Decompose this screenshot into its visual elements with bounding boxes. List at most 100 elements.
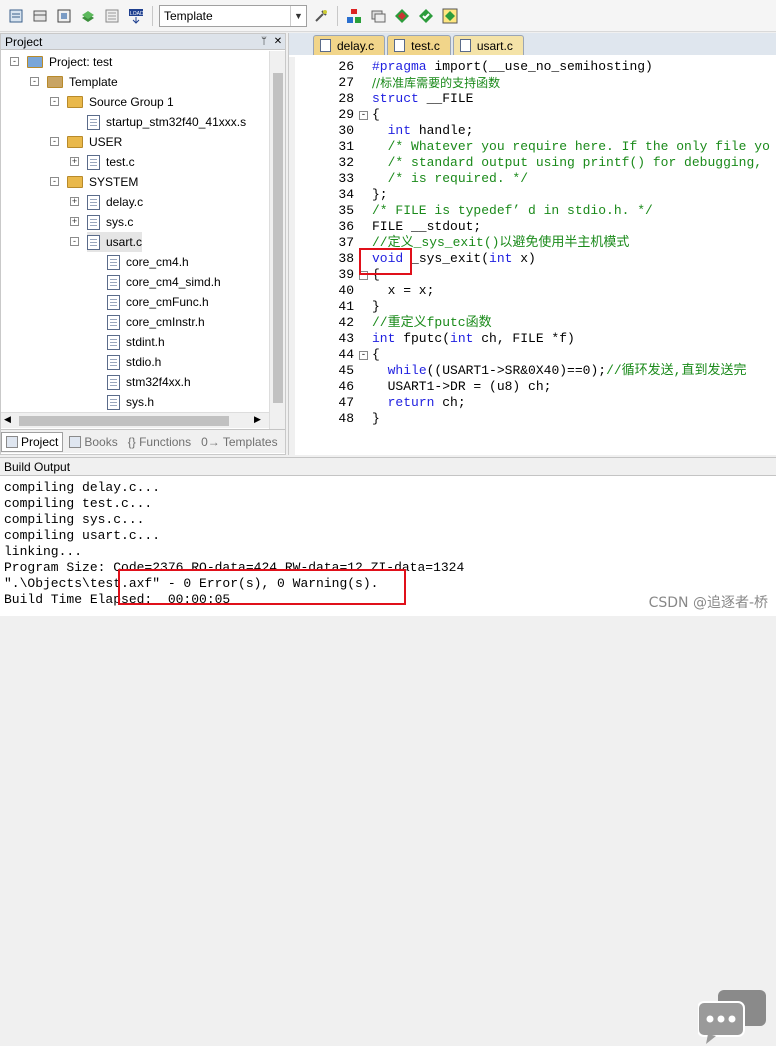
scroll-left-icon[interactable]: ◀ (4, 414, 11, 425)
tree-item[interactable]: stdio.h (107, 352, 161, 372)
panel-tab[interactable]: {} Functions (124, 432, 195, 452)
scrollbar-thumb[interactable] (19, 416, 229, 426)
build-output-panel: Build Output compiling delay.c... compili… (0, 457, 776, 1044)
load-icon[interactable]: LOAD (126, 6, 146, 26)
file-icon (107, 294, 120, 310)
tree-item[interactable]: Template (47, 72, 118, 92)
components-icon[interactable] (392, 6, 412, 26)
tree-item[interactable]: startup_stm32f40_41xxx.s (87, 112, 246, 132)
code-line[interactable]: }; (372, 187, 388, 203)
code-line[interactable]: USART1->DR = (u8) ch; (372, 379, 552, 395)
tree-item[interactable]: test.c (87, 152, 135, 172)
tree-vertical-scrollbar[interactable] (269, 51, 285, 429)
file-icon (87, 114, 100, 130)
tree-item-label: startup_stm32f40_41xxx.s (106, 115, 247, 129)
fold-icon[interactable]: - (359, 351, 368, 360)
code-line[interactable]: int handle; (372, 123, 474, 139)
fold-icon[interactable]: - (359, 111, 368, 120)
collapse-icon[interactable]: - (30, 77, 39, 86)
run-icon[interactable] (344, 6, 364, 26)
line-number: 32 (338, 155, 354, 170)
code-line[interactable]: #pragma import(__use_no_semihosting) (372, 59, 653, 75)
tree-item[interactable]: core_cmFunc.h (107, 292, 209, 312)
project-panel-header: Project ᛘ ✕ (1, 34, 285, 50)
chevron-down-icon[interactable]: ▼ (290, 5, 306, 26)
tree-item[interactable]: USER (67, 132, 122, 152)
file-icon (87, 214, 100, 230)
code-line[interactable]: int fputc(int ch, FILE *f) (372, 331, 575, 347)
collapse-icon[interactable]: - (70, 237, 79, 246)
build-icon[interactable] (54, 6, 74, 26)
tree-item[interactable]: Project: test (27, 52, 112, 72)
pin-icon[interactable]: ᛘ (257, 36, 271, 47)
code-line[interactable]: /* Whatever you require here. If the onl… (372, 139, 770, 155)
settings-icon[interactable] (6, 6, 26, 26)
tree-item[interactable]: sys.h (107, 392, 154, 412)
collapse-icon[interactable]: - (50, 177, 59, 186)
panel-tab[interactable]: Books (65, 432, 121, 452)
tree-item[interactable]: SYSTEM (67, 172, 138, 192)
tree-item-label: delay.c (106, 195, 144, 209)
tree-item[interactable]: usart.c (87, 232, 143, 252)
pack-icon[interactable] (30, 6, 50, 26)
batch-icon[interactable] (416, 6, 436, 26)
tab-icon (69, 435, 82, 448)
file-icon (87, 234, 100, 250)
code-line[interactable]: { (372, 347, 380, 363)
tree-item[interactable]: Source Group 1 (67, 92, 174, 112)
close-icon[interactable]: ✕ (271, 36, 285, 47)
editor-tab[interactable]: delay.c (313, 35, 386, 55)
code-line[interactable]: FILE __stdout; (372, 219, 481, 235)
tree-item[interactable]: stm32f4xx.h (107, 372, 191, 392)
tree-item[interactable]: sys.c (87, 212, 133, 232)
code-line[interactable]: /* is required. */ (372, 171, 528, 187)
build-output-line: compiling delay.c... (4, 480, 161, 495)
tree-item[interactable]: core_cm4.h (107, 252, 189, 272)
code-editor: delay.c test.c usart.c 26 #pragma import(__… (288, 33, 776, 455)
code-line[interactable]: while((USART1->SR&0X40)==0);//循环发送,直到发送完 (372, 363, 747, 379)
code-line[interactable]: x = x; (372, 283, 435, 299)
editor-tab[interactable]: usart.c (452, 35, 524, 55)
code-line[interactable]: } (372, 299, 380, 315)
scroll-right-icon[interactable]: ▶ (254, 414, 261, 425)
books-icon[interactable] (78, 6, 98, 26)
panel-tab[interactable]: 0→ Templates (197, 432, 281, 452)
target-select-value: Template (164, 8, 213, 23)
code-line[interactable]: struct __FILE (372, 91, 473, 107)
tree-item[interactable]: core_cm4_simd.h (107, 272, 221, 292)
options-icon[interactable] (311, 6, 331, 26)
panel-tab[interactable]: Project (1, 431, 64, 452)
editor-tab[interactable]: test.c (387, 35, 451, 55)
tree-item[interactable]: delay.c (87, 192, 143, 212)
collapse-icon[interactable]: - (50, 97, 59, 106)
expand-icon[interactable]: + (70, 197, 79, 206)
code-line[interactable]: } (372, 411, 380, 427)
scrollbar-thumb[interactable] (273, 73, 283, 403)
code-line[interactable]: /* standard output using printf() for de… (372, 155, 762, 171)
code-line[interactable]: return ch; (372, 395, 466, 411)
code-line[interactable]: /* FILE is typedef’ d in stdio.h. */ (372, 203, 653, 219)
tree-item[interactable]: core_cmInstr.h (107, 312, 205, 332)
collapse-icon[interactable]: - (50, 137, 59, 146)
tree-item[interactable]: stdint.h (107, 332, 165, 352)
tree-horizontal-scrollbar[interactable]: ◀ ▶ (1, 412, 269, 428)
highlight-result-box (118, 569, 406, 605)
code-line[interactable]: { (372, 107, 380, 123)
debug-icon[interactable] (368, 6, 388, 26)
manage-icon[interactable] (440, 6, 460, 26)
expand-icon[interactable]: + (70, 217, 79, 226)
collapse-icon[interactable]: - (10, 57, 19, 66)
file-icon (107, 254, 120, 270)
line-number: 47 (338, 395, 354, 410)
file-icon (107, 334, 120, 350)
editor-tab-label: delay.c (337, 38, 375, 53)
download-icon[interactable] (102, 6, 122, 26)
target-select[interactable]: Template ▼ (159, 4, 307, 27)
build-output-line: compiling usart.c... (4, 528, 161, 543)
expand-icon[interactable]: + (70, 157, 79, 166)
code-line[interactable]: //重定义fputc函数 (372, 315, 492, 331)
editor-tab-label: test.c (411, 38, 440, 53)
code-line[interactable]: //标准库需要的支持函数 (372, 75, 500, 91)
line-number: 37 (338, 235, 354, 250)
panel-tab-label: {} Functions (127, 434, 192, 449)
